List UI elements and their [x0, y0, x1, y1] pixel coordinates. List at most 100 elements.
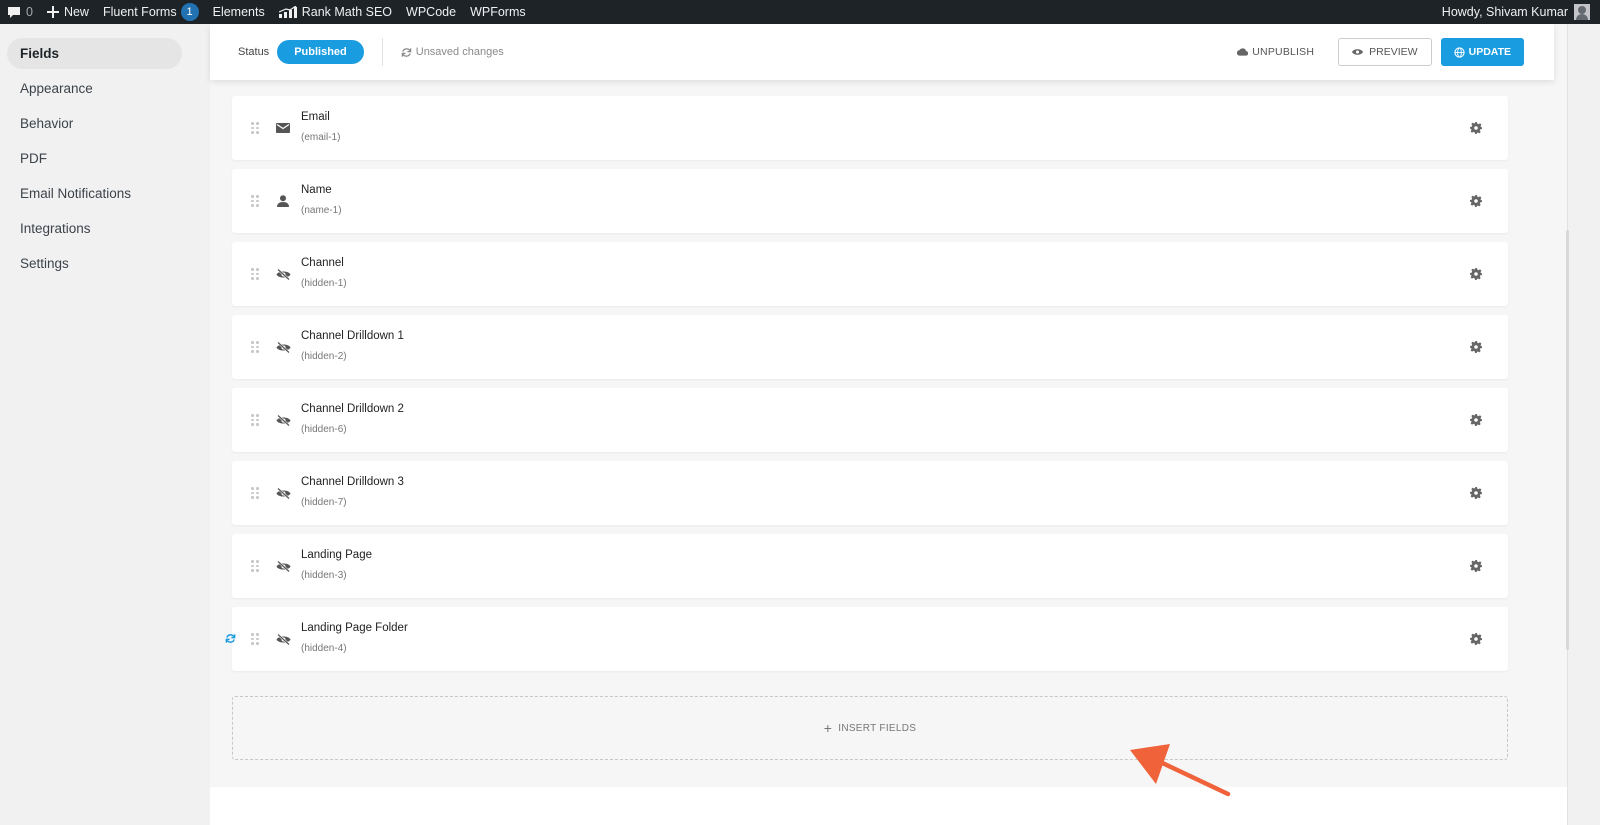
fluent-forms-menu[interactable]: Fluent Forms 1	[96, 0, 206, 24]
field-label: Channel Drilldown 1	[301, 330, 404, 342]
nav-item-pdf[interactable]: PDF	[7, 143, 182, 174]
gear-icon[interactable]	[1470, 268, 1482, 280]
avatar	[1574, 4, 1590, 20]
globe-icon	[1453, 46, 1465, 58]
cloud-icon	[1237, 48, 1249, 56]
comments-count: 0	[26, 5, 33, 19]
eye-icon	[1352, 49, 1364, 55]
gear-icon[interactable]	[1470, 341, 1482, 353]
field-key: (hidden-1)	[301, 278, 347, 289]
my-account-menu[interactable]: Howdy, Shivam Kumar	[1442, 4, 1600, 20]
toolbar-divider	[381, 38, 383, 66]
field-key: (email-1)	[301, 132, 341, 143]
toolbar-actions: UNPUBLISH PREVIEW UPDATE	[1237, 38, 1524, 66]
wpforms-menu[interactable]: WPForms	[463, 0, 533, 24]
field-key: (hidden-6)	[301, 424, 347, 435]
nav-item-behavior[interactable]: Behavior	[7, 108, 182, 139]
eye-slash-icon	[275, 339, 291, 355]
wp-admin-bar: 0 New Fluent Forms 1 Elements Rank Math …	[0, 0, 1600, 24]
scrollbar[interactable]	[1566, 230, 1569, 650]
field-row-channel-drilldown-2[interactable]: Channel Drilldown 2 (hidden-6)	[232, 388, 1508, 452]
update-label: UPDATE	[1468, 46, 1511, 58]
rank-math-menu[interactable]: Rank Math SEO	[272, 0, 399, 24]
field-label: Channel Drilldown 2	[301, 403, 404, 415]
nav-item-email-notifications[interactable]: Email Notifications	[7, 178, 182, 209]
eye-slash-icon	[275, 485, 291, 501]
field-label: Channel Drilldown 3	[301, 476, 404, 488]
drag-handle-icon[interactable]	[251, 633, 260, 645]
field-label: Name	[301, 184, 332, 196]
field-row-channel[interactable]: Channel (hidden-1)	[232, 242, 1508, 306]
field-key: (hidden-4)	[301, 643, 347, 654]
field-row-email[interactable]: Email (email-1)	[232, 96, 1508, 160]
gear-icon[interactable]	[1470, 560, 1482, 572]
comments-menu[interactable]: 0	[0, 0, 40, 24]
eye-slash-icon	[275, 266, 291, 282]
form-fields-list: Email (email-1) Name (name-1) Channel (h…	[225, 96, 1508, 680]
gear-icon[interactable]	[1470, 414, 1482, 426]
drag-handle-icon[interactable]	[251, 414, 260, 426]
gear-icon[interactable]	[1470, 195, 1482, 207]
howdy-greeting: Howdy, Shivam Kumar	[1441, 5, 1568, 19]
field-row-name[interactable]: Name (name-1)	[232, 169, 1508, 233]
field-key: (hidden-3)	[301, 570, 347, 581]
nav-item-integrations[interactable]: Integrations	[7, 213, 182, 244]
wpforms-label: WPForms	[470, 5, 526, 19]
nav-item-fields[interactable]: Fields	[7, 38, 182, 69]
comment-bubble-icon	[7, 6, 21, 19]
field-row-landing-page-folder[interactable]: Landing Page Folder (hidden-4)	[225, 607, 1508, 671]
drag-handle-icon[interactable]	[251, 268, 260, 280]
drag-handle-icon[interactable]	[251, 487, 260, 499]
eye-slash-icon	[275, 412, 291, 428]
field-key: (name-1)	[301, 205, 342, 216]
field-row-channel-drilldown-3[interactable]: Channel Drilldown 3 (hidden-7)	[232, 461, 1508, 525]
field-key: (hidden-7)	[301, 497, 347, 508]
insert-fields-button[interactable]: + INSERT FIELDS	[232, 696, 1508, 760]
editor-toolbar: Status Published Unsaved changes UNPUBLI…	[210, 24, 1554, 80]
gear-icon[interactable]	[1470, 487, 1482, 499]
unpublish-button[interactable]: UNPUBLISH	[1237, 46, 1314, 58]
wpcode-menu[interactable]: WPCode	[399, 0, 463, 24]
form-editor-panel: Status Published Unsaved changes UNPUBLI…	[210, 24, 1568, 825]
field-label: Landing Page Folder	[301, 622, 408, 634]
rank-math-chart-icon	[278, 6, 297, 18]
preview-button[interactable]: PREVIEW	[1338, 38, 1432, 66]
envelope-icon	[275, 120, 291, 136]
field-key: (hidden-2)	[301, 351, 347, 362]
field-label: Landing Page	[301, 549, 372, 561]
fluent-forms-badge: 1	[180, 3, 199, 21]
drag-handle-icon[interactable]	[251, 341, 260, 353]
unsaved-text: Unsaved changes	[415, 46, 504, 58]
fluent-forms-label: Fluent Forms	[102, 5, 177, 19]
sync-icon	[225, 634, 236, 643]
refresh-icon	[401, 47, 412, 57]
rank-math-label: Rank Math SEO	[301, 5, 393, 19]
update-button[interactable]: UPDATE	[1440, 38, 1524, 66]
field-row-channel-drilldown-1[interactable]: Channel Drilldown 1 (hidden-2)	[232, 315, 1508, 379]
user-icon	[275, 193, 291, 209]
elements-label: Elements	[212, 5, 265, 19]
drag-handle-icon[interactable]	[251, 122, 260, 134]
preview-label: PREVIEW	[1369, 46, 1418, 58]
gear-icon[interactable]	[1470, 633, 1482, 645]
wpcode-label: WPCode	[406, 5, 457, 19]
nav-item-appearance[interactable]: Appearance	[7, 73, 182, 104]
plus-icon: +	[823, 720, 833, 736]
annotation-arrow-icon	[1130, 744, 1231, 797]
field-label: Channel	[301, 257, 344, 269]
plus-icon	[46, 6, 59, 18]
unpublish-label: UNPUBLISH	[1252, 46, 1315, 58]
status-badge[interactable]: Published	[277, 40, 364, 64]
eye-slash-icon	[275, 558, 291, 574]
drag-handle-icon[interactable]	[251, 195, 260, 207]
gear-icon[interactable]	[1470, 122, 1482, 134]
drag-handle-icon[interactable]	[251, 560, 260, 572]
elements-menu[interactable]: Elements	[206, 0, 272, 24]
insert-fields-label: INSERT FIELDS	[838, 722, 917, 734]
field-row-landing-page[interactable]: Landing Page (hidden-3)	[232, 534, 1508, 598]
new-label: New	[63, 5, 89, 19]
unsaved-changes-indicator: Unsaved changes	[401, 46, 504, 58]
nav-item-settings[interactable]: Settings	[7, 248, 182, 279]
new-content-menu[interactable]: New	[40, 0, 96, 24]
eye-slash-icon	[275, 631, 291, 647]
